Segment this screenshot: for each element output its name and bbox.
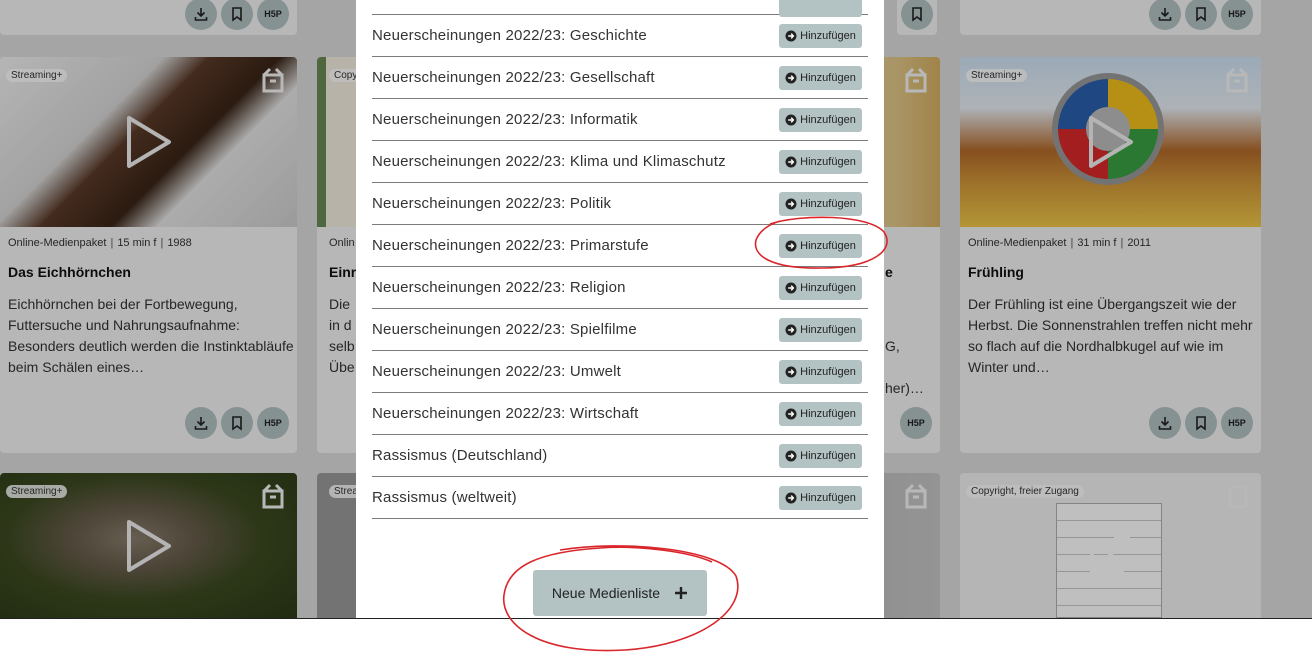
arrow-right-circle-icon	[785, 408, 797, 420]
add-button-label: Hinzufügen	[800, 366, 856, 378]
arrow-right-circle-icon	[785, 450, 797, 462]
add-to-list-button[interactable]: Hinzufügen	[779, 66, 862, 90]
arrow-right-circle-icon	[785, 72, 797, 84]
medialist-name: Neuerscheinungen 2022/23: Religion	[372, 279, 626, 296]
arrow-right-circle-icon	[785, 30, 797, 42]
add-button-label: Hinzufügen	[800, 492, 856, 504]
arrow-right-circle-icon	[785, 492, 797, 504]
medialist-row: Neuerscheinungen 2022/23: Informatik Hinz…	[372, 99, 868, 141]
medialist-row-partial	[372, 0, 868, 17]
arrow-right-circle-icon	[785, 156, 797, 168]
page-bottom-bar	[0, 618, 1312, 653]
medialist-name: Neuerscheinungen 2022/23: Informatik	[372, 111, 638, 128]
arrow-right-circle-icon	[785, 114, 797, 126]
arrow-right-circle-icon	[785, 198, 797, 210]
add-to-list-button[interactable]: Hinzufügen	[779, 24, 862, 48]
add-button-label: Hinzufügen	[800, 72, 856, 84]
add-to-list-button[interactable]: Hinzufügen	[779, 444, 862, 468]
add-to-list-button[interactable]: Hinzufügen	[779, 360, 862, 384]
arrow-right-circle-icon	[785, 240, 797, 252]
arrow-right-circle-icon	[785, 324, 797, 336]
media-grid: H5P H5P Streaming+ Online-Medienpaket | 15…	[0, 0, 1312, 618]
medialist-name: Neuerscheinungen 2022/23: Wirtschaft	[372, 405, 639, 422]
arrow-right-circle-icon	[785, 366, 797, 378]
add-button-label: Hinzufügen	[800, 324, 856, 336]
add-to-list-button[interactable]: Hinzufügen	[779, 318, 862, 342]
medialist-row: Neuerscheinungen 2022/23: Spielfilme Hinz…	[372, 309, 868, 351]
medialist-row: Neuerscheinungen 2022/23: Politik Hinzufü…	[372, 183, 868, 225]
medialist-name: Neuerscheinungen 2022/23: Umwelt	[372, 363, 622, 380]
medialist-row: Neuerscheinungen 2022/23: Wirtschaft Hinz…	[372, 393, 868, 435]
add-to-list-button[interactable]: Hinzufügen	[779, 108, 862, 132]
add-button-label: Hinzufügen	[800, 114, 856, 126]
medialist-name: Neuerscheinungen 2022/23: Klima und Klim…	[372, 153, 726, 170]
add-to-list-button[interactable]: Hinzufügen	[779, 234, 862, 258]
medialist-row: Neuerscheinungen 2022/23: Klima und Klim…	[372, 141, 868, 183]
medialist-row: Rassismus (weltweit) Hinzufügen	[372, 477, 868, 519]
medialist-name: Neuerscheinungen 2022/23: Primarstufe	[372, 237, 649, 254]
add-to-list-button[interactable]: Hinzufügen	[779, 402, 862, 426]
add-to-list-button[interactable]: Hinzufügen	[779, 276, 862, 300]
add-button-label: Hinzufügen	[800, 450, 856, 462]
medialist-name: Neuerscheinungen 2022/23: Spielfilme	[372, 321, 637, 338]
medialist-row: Neuerscheinungen 2022/23: Gesellschaft Hi…	[372, 57, 868, 99]
medialist-name: Rassismus (weltweit)	[372, 489, 517, 506]
add-to-list-button[interactable]: Hinzufügen	[779, 192, 862, 216]
plus-icon	[675, 587, 688, 599]
medialist-row: Neuerscheinungen 2022/23: Religion Hinzuf…	[372, 267, 868, 309]
arrow-right-circle-icon	[785, 282, 797, 294]
add-to-list-button[interactable]: Hinzufügen	[779, 150, 862, 174]
add-button-label: Hinzufügen	[800, 30, 856, 42]
add-button-label: Hinzufügen	[800, 156, 856, 168]
medialist-name: Neuerscheinungen 2022/23: Politik	[372, 195, 612, 212]
medialist-row: Neuerscheinungen 2022/23: Primarstufe Hin…	[372, 225, 868, 267]
medialist-name: Rassismus (Deutschland)	[372, 447, 548, 464]
medialist-name: Neuerscheinungen 2022/23: Geschichte	[372, 27, 647, 44]
new-medialist-button[interactable]: Neue Medienliste	[533, 570, 707, 616]
medialist-row: Rassismus (Deutschland) Hinzufügen	[372, 435, 868, 477]
add-button-label: Hinzufügen	[800, 240, 856, 252]
medialist-name: Neuerscheinungen 2022/23: Gesellschaft	[372, 69, 655, 86]
new-medialist-label: Neue Medienliste	[551, 585, 661, 601]
add-button-label: Hinzufügen	[800, 408, 856, 420]
add-button-label: Hinzufügen	[800, 282, 856, 294]
medialist-row: Neuerscheinungen 2022/23: Geschichte Hinz…	[372, 15, 868, 57]
add-to-list-button[interactable]: Hinzufügen	[779, 486, 862, 510]
add-button-label: Hinzufügen	[800, 198, 856, 210]
medialist-row: Neuerscheinungen 2022/23: Umwelt Hinzufüg…	[372, 351, 868, 393]
add-to-medialist-dialog: Neuerscheinungen 2022/23: Geschichte Hinz…	[356, 0, 884, 618]
